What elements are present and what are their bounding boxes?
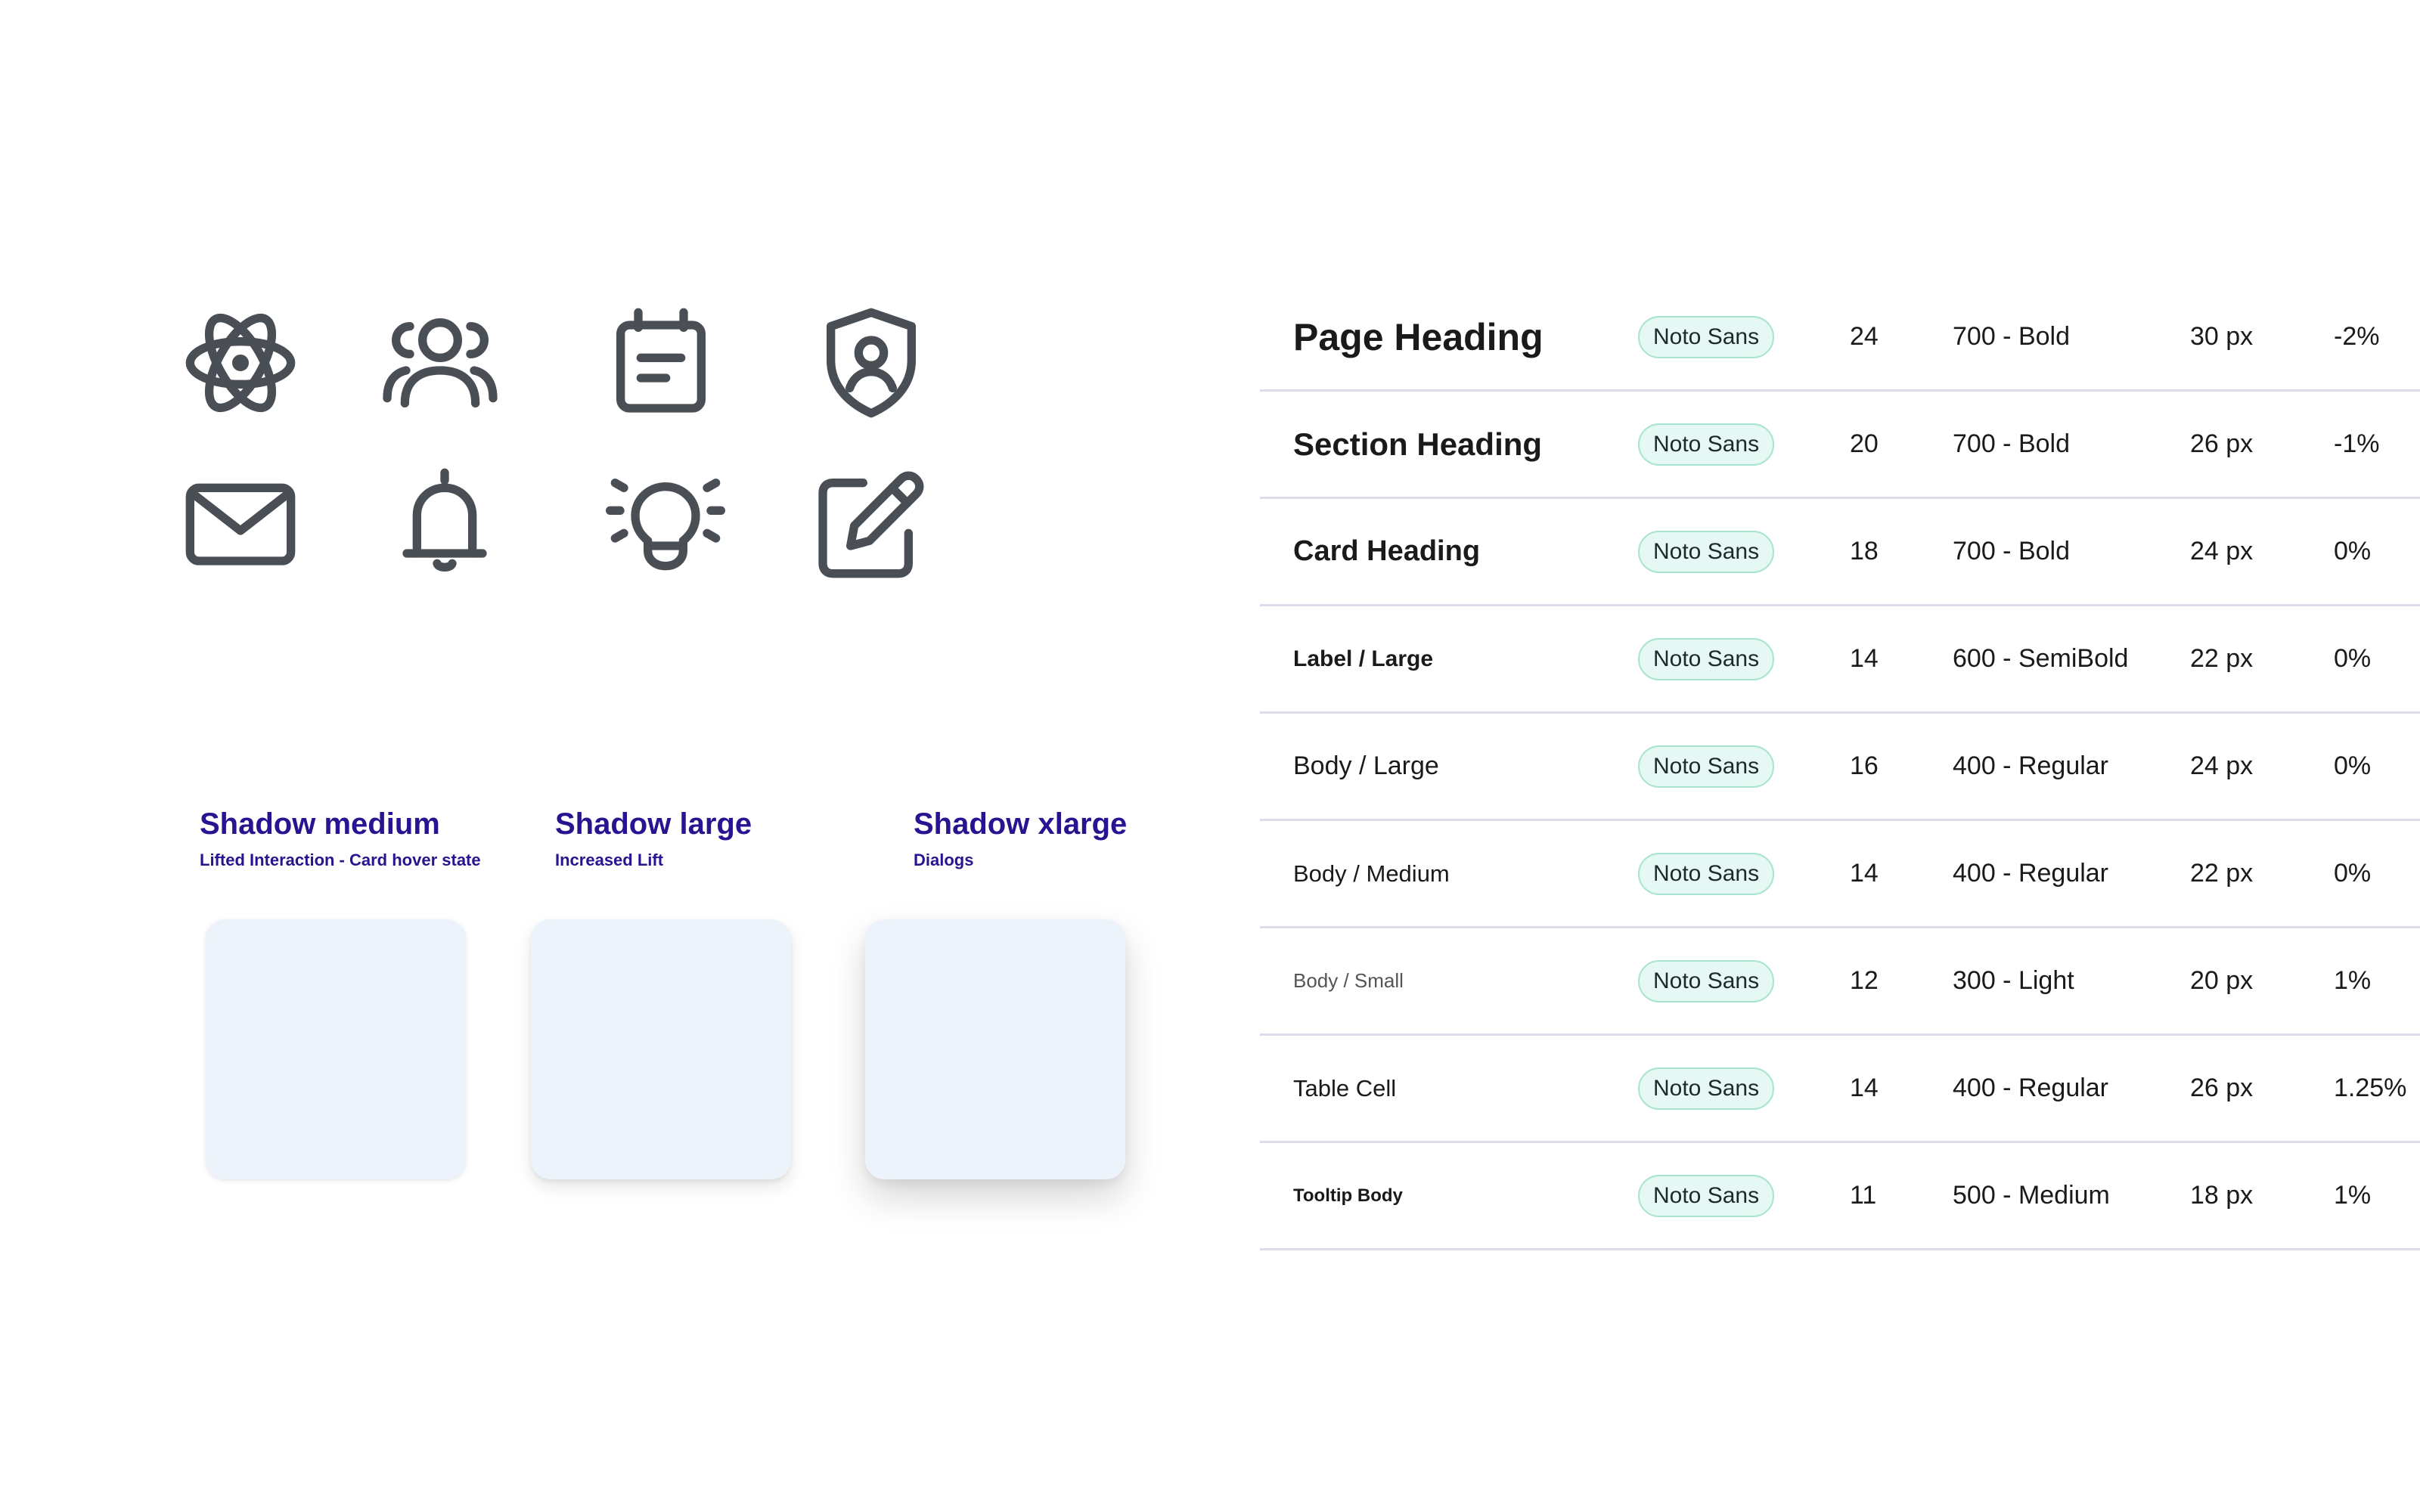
style-name: Label / Large <box>1293 646 1434 671</box>
font-pill: Noto Sans <box>1638 423 1775 466</box>
line-height-cell: 24 px <box>2190 751 2254 780</box>
table-row: Body / Large Noto Sans 16 400 - Regular … <box>1260 714 2420 821</box>
style-name: Section Heading <box>1293 426 1543 462</box>
size-cell: 14 <box>1850 859 1879 888</box>
font-cell: Noto Sans <box>1638 1143 1775 1248</box>
line-height-cell: 26 px <box>2190 429 2254 458</box>
size-cell: 18 <box>1850 537 1879 565</box>
line-height-cell: 18 px <box>2190 1181 2254 1210</box>
style-name: Page Heading <box>1293 315 1544 358</box>
table-row: Tooltip Body Noto Sans 11 500 - Medium 1… <box>1260 1143 2420 1250</box>
font-cell: Noto Sans <box>1638 821 1775 926</box>
weight-cell: 600 - SemiBold <box>1953 644 2129 673</box>
size-cell: 20 <box>1850 429 1879 458</box>
letter-spacing-cell: 1.25% <box>2334 1074 2407 1102</box>
line-height-cell: 24 px <box>2190 537 2254 565</box>
shadow-medium-header: Shadow medium Lifted Interaction - Card … <box>200 804 481 871</box>
font-pill: Noto Sans <box>1638 1067 1775 1110</box>
weight-cell: 700 - Bold <box>1953 537 2070 565</box>
shadow-large-header: Shadow large Increased Lift <box>555 804 752 871</box>
font-cell: Noto Sans <box>1638 284 1775 389</box>
shadow-large-card <box>531 919 791 1179</box>
table-row: Body / Medium Noto Sans 14 400 - Regular… <box>1260 821 2420 928</box>
users-icon <box>380 302 501 423</box>
font-pill: Noto Sans <box>1638 1174 1775 1217</box>
weight-cell: 300 - Light <box>1953 966 2074 995</box>
line-height-cell: 30 px <box>2190 322 2254 351</box>
letter-spacing-cell: -1% <box>2334 429 2380 458</box>
shield-user-icon <box>811 302 932 423</box>
table-row: Table Cell Noto Sans 14 400 - Regular 26… <box>1260 1036 2420 1143</box>
table-row: Section Heading Noto Sans 20 700 - Bold … <box>1260 392 2420 499</box>
weight-cell: 400 - Regular <box>1953 751 2109 780</box>
weight-cell: 700 - Bold <box>1953 322 2070 351</box>
size-cell: 14 <box>1850 644 1879 673</box>
shadow-subtitle: Lifted Interaction - Card hover state <box>200 850 481 869</box>
line-height-cell: 22 px <box>2190 859 2254 888</box>
atom-icon <box>180 302 301 423</box>
style-name: Body / Medium <box>1293 860 1450 887</box>
calendar-icon <box>600 302 721 423</box>
font-cell: Noto Sans <box>1638 392 1775 497</box>
font-pill: Noto Sans <box>1638 530 1775 573</box>
shadow-title: Shadow xlarge <box>914 807 1128 841</box>
style-name: Body / Large <box>1293 751 1439 780</box>
shadow-xlarge-card <box>865 919 1125 1179</box>
font-cell: Noto Sans <box>1638 928 1775 1033</box>
shadow-xlarge-header: Shadow xlarge Dialogs <box>914 804 1127 871</box>
style-name: Tooltip Body <box>1293 1185 1403 1206</box>
letter-spacing-cell: 1% <box>2334 966 2372 995</box>
style-name: Card Heading <box>1293 535 1481 567</box>
weight-cell: 700 - Bold <box>1953 429 2070 458</box>
letter-spacing-cell: 0% <box>2334 859 2372 888</box>
font-pill: Noto Sans <box>1638 745 1775 788</box>
line-height-cell: 26 px <box>2190 1074 2254 1102</box>
font-pill: Noto Sans <box>1638 315 1775 358</box>
font-cell: Noto Sans <box>1638 606 1775 711</box>
font-cell: Noto Sans <box>1638 714 1775 819</box>
letter-spacing-cell: 0% <box>2334 644 2372 673</box>
letter-spacing-cell: 0% <box>2334 537 2372 565</box>
edit-icon <box>808 463 929 584</box>
shadow-subtitle: Dialogs <box>914 850 974 869</box>
size-cell: 11 <box>1850 1181 1877 1210</box>
size-cell: 12 <box>1850 966 1879 995</box>
font-pill: Noto Sans <box>1638 852 1775 895</box>
table-row: Card Heading Noto Sans 18 700 - Bold 24 … <box>1260 499 2420 606</box>
font-cell: Noto Sans <box>1638 1036 1775 1141</box>
size-cell: 14 <box>1850 1074 1879 1102</box>
table-row: Body / Small Noto Sans 12 300 - Light 20… <box>1260 928 2420 1036</box>
bell-icon <box>384 463 505 584</box>
mail-icon <box>180 463 301 584</box>
lightbulb-icon <box>605 463 726 584</box>
weight-cell: 400 - Regular <box>1953 859 2109 888</box>
letter-spacing-cell: -2% <box>2334 322 2380 351</box>
typography-table: Page Heading Noto Sans 24 700 - Bold 30 … <box>1260 284 2420 1250</box>
size-cell: 24 <box>1850 322 1879 351</box>
line-height-cell: 22 px <box>2190 644 2254 673</box>
table-row: Page Heading Noto Sans 24 700 - Bold 30 … <box>1260 284 2420 392</box>
font-cell: Noto Sans <box>1638 499 1775 604</box>
letter-spacing-cell: 1% <box>2334 1181 2372 1210</box>
weight-cell: 500 - Medium <box>1953 1181 2110 1210</box>
weight-cell: 400 - Regular <box>1953 1074 2109 1102</box>
shadow-medium-card <box>206 919 466 1179</box>
shadow-title: Shadow medium <box>200 807 440 841</box>
font-pill: Noto Sans <box>1638 959 1775 1002</box>
style-name: Body / Small <box>1293 969 1404 992</box>
shadow-title: Shadow large <box>555 807 752 841</box>
letter-spacing-cell: 0% <box>2334 751 2372 780</box>
size-cell: 16 <box>1850 751 1879 780</box>
table-row: Label / Large Noto Sans 14 600 - SemiBol… <box>1260 606 2420 714</box>
line-height-cell: 20 px <box>2190 966 2254 995</box>
style-name: Table Cell <box>1293 1074 1397 1101</box>
shadow-subtitle: Increased Lift <box>555 850 664 869</box>
font-pill: Noto Sans <box>1638 637 1775 680</box>
